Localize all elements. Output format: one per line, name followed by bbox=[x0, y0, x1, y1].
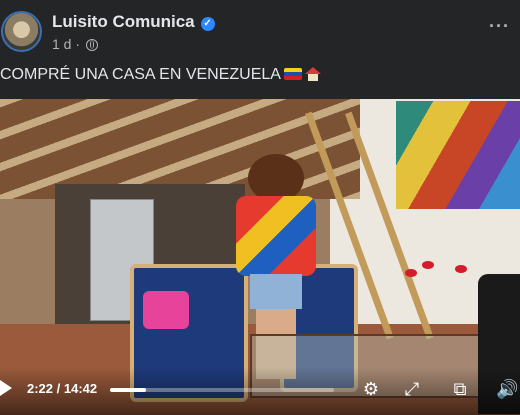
post-caption-text: COMPRÉ UNA CASA EN VENEZUELA bbox=[0, 66, 281, 83]
picture-in-picture-icon[interactable]: ⧉ bbox=[449, 378, 471, 400]
author-name[interactable]: Luisito Comunica ✓ bbox=[52, 12, 215, 32]
globe-icon[interactable] bbox=[85, 39, 98, 51]
post-header: Luisito Comunica ✓ 1 d · ··· bbox=[0, 0, 520, 64]
scene-pillow bbox=[143, 291, 189, 329]
progress-bar[interactable] bbox=[110, 388, 334, 392]
scene-flowers bbox=[400, 259, 470, 329]
fullscreen-icon[interactable]: ⤢ bbox=[401, 378, 423, 400]
venezuela-flag-icon bbox=[283, 68, 302, 80]
post-meta: 1 d · bbox=[52, 36, 98, 52]
verified-badge-icon: ✓ bbox=[200, 17, 215, 31]
progress-fill bbox=[110, 388, 147, 392]
play-icon[interactable] bbox=[0, 380, 12, 396]
person-hair bbox=[248, 154, 304, 202]
author-avatar[interactable] bbox=[1, 11, 42, 52]
house-icon bbox=[304, 67, 321, 81]
video-time: 2:22 / 14:42 bbox=[27, 381, 98, 396]
more-options-button[interactable]: ··· bbox=[489, 16, 510, 37]
person-shorts bbox=[250, 274, 302, 309]
post-caption: COMPRÉ UNA CASA EN VENEZUELA bbox=[0, 66, 321, 84]
flower bbox=[422, 261, 434, 269]
video-player[interactable]: 2:22 / 14:42 ⚙ ⤢ ⧉ 🔊 bbox=[0, 99, 520, 415]
flower bbox=[455, 265, 467, 273]
post-time[interactable]: 1 d bbox=[52, 36, 71, 52]
volume-icon[interactable]: 🔊 bbox=[496, 378, 518, 400]
settings-icon[interactable]: ⚙ bbox=[360, 378, 382, 400]
author-name-text[interactable]: Luisito Comunica bbox=[52, 12, 195, 31]
person-shirt bbox=[236, 196, 316, 276]
meta-separator: · bbox=[75, 36, 81, 52]
flower bbox=[405, 269, 417, 277]
